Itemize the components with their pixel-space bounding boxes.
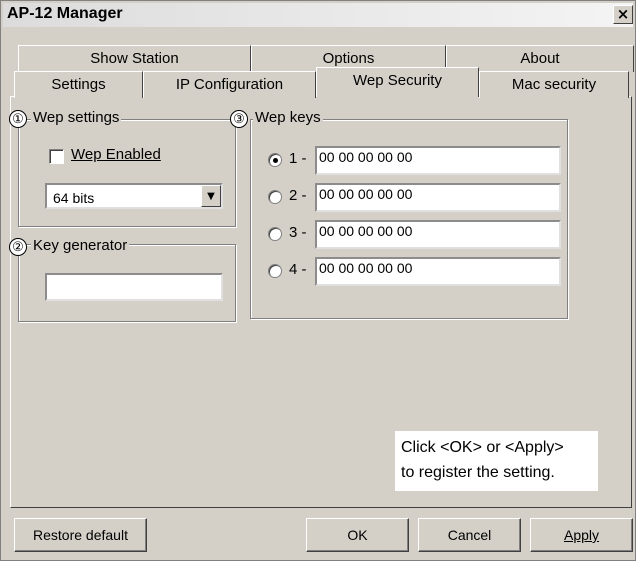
callout-marker-2: ② xyxy=(9,238,27,256)
wep-keys-legend: Wep keys xyxy=(253,109,323,127)
wep-key-4-input[interactable]: 00 00 00 00 00 xyxy=(315,257,561,286)
note-line-1: Click <OK> or <Apply> xyxy=(401,439,564,456)
tab-show-station[interactable]: Show Station xyxy=(18,45,251,72)
callout-marker-3: ③ xyxy=(230,110,248,128)
ok-button[interactable]: OK xyxy=(306,518,409,552)
wep-key-4-radio[interactable] xyxy=(268,264,282,278)
key-length-select[interactable]: 64 bits ▼ xyxy=(45,183,223,209)
instruction-note: Click <OK> or <Apply> to register the se… xyxy=(395,431,598,491)
tab-wep-security[interactable]: Wep Security xyxy=(316,67,479,97)
wep-key-1-label: 1 - xyxy=(289,150,307,167)
close-button[interactable]: × xyxy=(613,5,633,24)
wep-key-1-radio[interactable] xyxy=(268,153,282,167)
wep-key-1-input[interactable]: 00 00 00 00 00 xyxy=(315,146,561,175)
wep-settings-legend: Wep settings xyxy=(31,109,122,127)
wep-key-3-radio[interactable] xyxy=(268,227,282,241)
app-window: AP-12 Manager × Show Station Options Abo… xyxy=(0,0,636,561)
title-bar[interactable]: AP-12 Manager × xyxy=(3,3,633,27)
note-line-2: to register the setting. xyxy=(401,464,555,481)
wep-key-3-input[interactable]: 00 00 00 00 00 xyxy=(315,220,561,249)
key-length-value: 64 bits xyxy=(53,190,95,206)
wep-key-2-radio[interactable] xyxy=(268,190,282,204)
tab-mac-security[interactable]: Mac security xyxy=(479,71,629,98)
wep-settings-group xyxy=(18,119,236,227)
wep-key-3-label: 3 - xyxy=(289,224,307,241)
wep-key-4-label: 4 - xyxy=(289,261,307,278)
cancel-button[interactable]: Cancel xyxy=(418,518,521,552)
window-title: AP-12 Manager xyxy=(7,5,123,22)
chevron-down-icon[interactable]: ▼ xyxy=(201,185,221,207)
restore-default-button[interactable]: Restore default xyxy=(14,518,147,552)
radio-selected-dot xyxy=(273,158,278,163)
callout-marker-1: ① xyxy=(9,110,27,128)
key-generator-input[interactable] xyxy=(45,273,223,301)
tab-settings[interactable]: Settings xyxy=(14,71,143,98)
wep-key-2-input[interactable]: 00 00 00 00 00 xyxy=(315,183,561,212)
wep-enabled-checkbox[interactable] xyxy=(49,149,64,164)
apply-button[interactable]: Apply xyxy=(530,518,633,552)
key-generator-legend: Key generator xyxy=(31,237,130,255)
wep-enabled-label: Wep Enabled xyxy=(71,146,161,163)
wep-key-2-label: 2 - xyxy=(289,187,307,204)
tab-ip-configuration[interactable]: IP Configuration xyxy=(143,71,316,98)
